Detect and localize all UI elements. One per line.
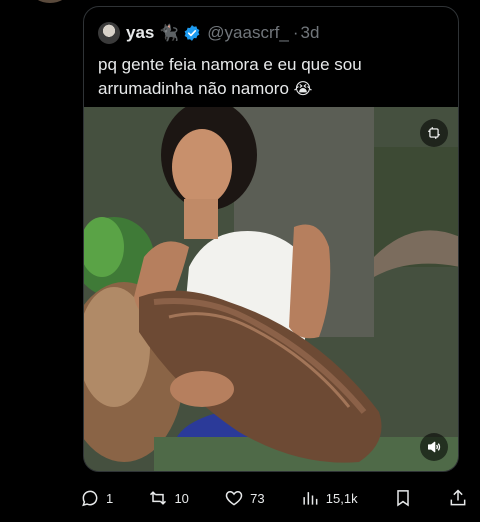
quoted-tweet-text: pq gente feia namora e eu que sou arruma…	[98, 53, 448, 102]
author-name-emoji: 🐈‍⬛	[159, 25, 180, 42]
like-button[interactable]: 73	[224, 488, 265, 508]
quoted-author-avatar[interactable]	[98, 22, 120, 44]
quoted-tweet-video[interactable]	[84, 107, 458, 471]
parent-avatar[interactable]	[30, 0, 70, 5]
quoted-tweet-card[interactable]: yas 🐈‍⬛ @yaascrf_ · 3d pq gente feia nam…	[83, 6, 459, 472]
quoted-tweet-time[interactable]: 3d	[300, 23, 319, 43]
views-count: 15,1k	[325, 490, 358, 506]
share-icon	[450, 489, 466, 506]
heart-icon	[225, 490, 243, 506]
reply-button[interactable]: 1	[80, 488, 113, 508]
volume-icon	[428, 441, 441, 453]
gif-toggle-icon	[428, 127, 440, 139]
quoted-tweet-header: yas 🐈‍⬛ @yaascrf_ · 3d	[98, 21, 448, 45]
quoted-author-name[interactable]: yas	[126, 23, 154, 43]
crying-emoji: 😭	[293, 81, 313, 98]
quoted-author-handle[interactable]: @yaascrf_	[207, 23, 289, 43]
volume-button[interactable]	[420, 433, 448, 461]
views-chart-icon	[303, 492, 318, 505]
retweet-icon	[150, 491, 167, 505]
quoted-tweet-text-body: pq gente feia namora e eu que sou arruma…	[98, 55, 362, 98]
verified-badge-icon	[184, 25, 200, 41]
bookmark-icon	[397, 490, 409, 507]
share-button[interactable]	[448, 488, 468, 508]
video-frame	[84, 107, 458, 471]
bookmark-button[interactable]	[393, 488, 413, 508]
separator-dot: ·	[292, 23, 299, 42]
reply-icon	[82, 490, 98, 507]
gif-toggle-button[interactable]	[420, 119, 448, 147]
tweet-action-bar: 1 10 73 15,1k	[80, 485, 468, 511]
views-button[interactable]: 15,1k	[300, 488, 358, 508]
reply-count: 1	[106, 490, 114, 506]
retweet-button[interactable]: 10	[148, 488, 189, 508]
like-count: 73	[250, 490, 265, 506]
retweet-count: 10	[174, 490, 189, 506]
